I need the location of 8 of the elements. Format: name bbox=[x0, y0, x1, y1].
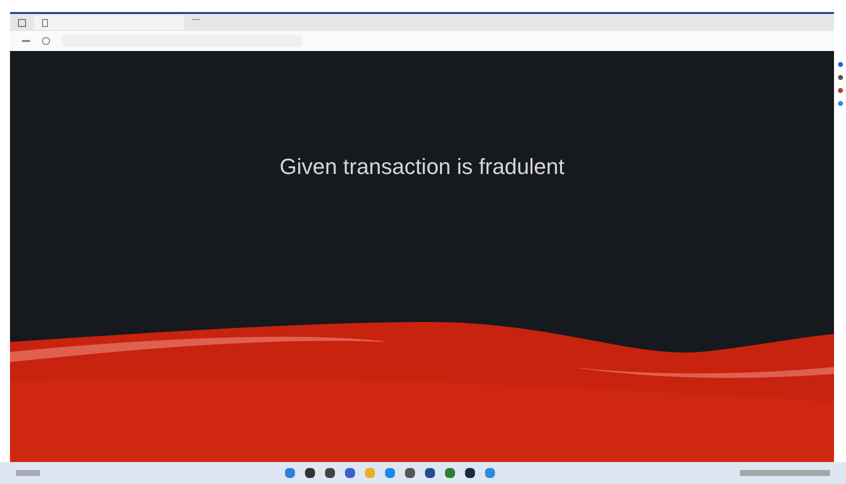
sidebar-app-icon[interactable] bbox=[838, 101, 843, 106]
sidebar-app-icon[interactable] bbox=[838, 75, 843, 80]
sidebar-app-icon[interactable] bbox=[838, 62, 843, 67]
tab-actions-icon[interactable] bbox=[18, 18, 26, 26]
sidebar-app-icon[interactable] bbox=[838, 88, 843, 93]
page-icon bbox=[42, 18, 48, 26]
refresh-icon[interactable] bbox=[42, 37, 50, 45]
result-message: Given transaction is fradulent bbox=[280, 153, 565, 181]
